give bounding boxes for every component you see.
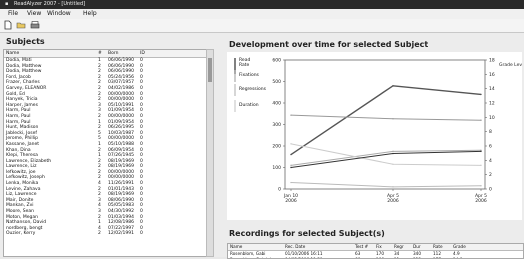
- y-tick-label: 200: [272, 144, 281, 150]
- data-point-read-rate: [392, 85, 394, 87]
- data-point-duration: [290, 143, 292, 145]
- menu-file[interactable]: File: [8, 9, 18, 19]
- y2-tick-label: 4: [489, 158, 492, 164]
- y2-tick-label: 2: [489, 172, 492, 178]
- new-file-icon[interactable]: [3, 20, 13, 30]
- data-point-read-rate: [480, 93, 482, 96]
- data-point-grade-level: [290, 114, 292, 116]
- data-point-regressions: [290, 181, 292, 184]
- plot-area: [284, 59, 486, 190]
- y2-tick-label: 14: [489, 86, 495, 92]
- subject-born: 12/02/1991: [108, 231, 134, 237]
- rec-col-regr[interactable]: Regr: [394, 244, 404, 250]
- data-point-grade-level: [480, 119, 482, 121]
- title-bar: ▪ ReadAlyzer 2007 - [Untitled]: [0, 0, 524, 9]
- rec-col-date[interactable]: Rec. Date: [285, 244, 305, 250]
- app-window: ▪ ReadAlyzer 2007 - [Untitled] File View…: [0, 0, 524, 259]
- y-tick-label: 400: [272, 101, 281, 107]
- x-tick-label-year: 2006: [475, 198, 487, 204]
- data-point-unlabeled: [392, 152, 394, 155]
- data-point-regressions: [480, 185, 482, 187]
- menu-bar: File View Window Help: [0, 9, 524, 19]
- rec-col-rate[interactable]: Rate: [433, 244, 443, 250]
- data-point-unlabeled: [290, 166, 292, 169]
- y2-tick-label: 8: [489, 129, 492, 135]
- development-heading: Development over time for selected Subje…: [229, 40, 429, 49]
- menu-help[interactable]: Help: [83, 9, 97, 19]
- y-tick-label: 600: [272, 58, 281, 64]
- subject-row[interactable]: Ouzier, Kerry 2 12/02/1991 0: [4, 231, 206, 237]
- subjects-heading: Subjects: [6, 37, 45, 46]
- x-tick-label-year: 2006: [387, 198, 399, 204]
- development-line-chart: 0 100 200 300 400 500 600 0 2 4 6 8 10 12 14 16 18 Grade …: [272, 58, 522, 205]
- open-folder-icon[interactable]: [16, 20, 26, 30]
- app-icon: ▪: [5, 1, 9, 7]
- subjects-scrollbar[interactable]: [206, 49, 214, 257]
- subject-number: 2: [98, 231, 101, 237]
- y2-tick-label: 10: [489, 115, 495, 121]
- scrollbar-thumb[interactable]: [208, 58, 212, 82]
- data-point-regressions: [392, 186, 394, 188]
- subject-id: 0: [140, 231, 143, 237]
- y2-tick-label: 0: [489, 187, 492, 193]
- y2-tick-label: 16: [489, 72, 495, 78]
- y2-tick-label: 18: [489, 58, 495, 64]
- data-point-grade-level: [392, 118, 394, 120]
- data-point-unlabeled: [480, 150, 482, 153]
- development-chart-panel: Read Rate Fixations Regressions Duration…: [227, 52, 522, 220]
- rec-col-dur[interactable]: Dur: [413, 244, 421, 250]
- window-title: ReadAlyzer 2007 - [Untitled]: [14, 1, 86, 7]
- subjects-list: Name # Born ID Dodia, Mati 1 06/06/1990 0 Do…: [3, 49, 207, 257]
- rec-col-test[interactable]: Test #: [355, 244, 368, 250]
- menu-view[interactable]: View: [27, 9, 41, 19]
- y-tick-label: 500: [272, 79, 281, 85]
- subject-name: Ouzier, Kerry: [6, 231, 36, 237]
- data-point-read-rate: [290, 153, 292, 156]
- y-tick-label: 0: [278, 187, 281, 193]
- subjects-rows: Dodia, Mati 1 06/06/1990 0 Dodia, Matthew 2 06…: [4, 58, 206, 237]
- y-tick-label: 300: [272, 122, 281, 128]
- toolbar: [0, 19, 524, 33]
- print-icon[interactable]: [30, 20, 40, 30]
- data-point-fixations: [392, 150, 394, 153]
- data-point-duration: [392, 163, 394, 165]
- y-tick-label: 100: [272, 165, 281, 171]
- x-tick-label-year: 2006: [285, 198, 297, 204]
- data-point-fixations: [290, 164, 292, 167]
- y2-tick-label: 6: [489, 144, 492, 150]
- rec-col-grade[interactable]: Grade: [453, 244, 466, 250]
- y2-axis-label: Grade Level: [499, 62, 522, 68]
- rec-col-name[interactable]: Name: [230, 244, 242, 250]
- recordings-heading: Recordings for selected Subject(s): [229, 229, 385, 238]
- rec-col-fix[interactable]: Fix: [376, 244, 382, 250]
- data-point-duration: [480, 164, 482, 167]
- col-id-header[interactable]: ID: [140, 50, 145, 57]
- y2-tick-label: 12: [489, 101, 495, 107]
- col-number-header[interactable]: #: [98, 50, 102, 57]
- col-name-header[interactable]: Name: [6, 50, 19, 57]
- subjects-column-header: Name # Born ID: [4, 50, 206, 58]
- menu-window[interactable]: Window: [47, 9, 71, 19]
- col-born-header[interactable]: Born: [108, 50, 118, 57]
- recordings-header: Name Rec. Date Test # Fix Regr Dur Rate …: [228, 244, 523, 251]
